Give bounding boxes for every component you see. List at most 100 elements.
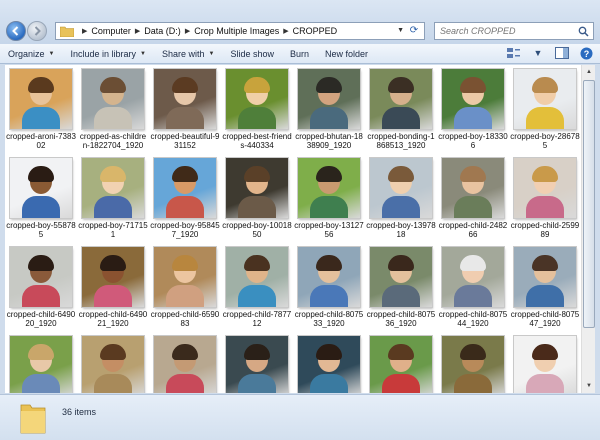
scroll-down-icon[interactable]: ▼ — [582, 379, 596, 393]
photo-thumbnail[interactable] — [82, 158, 144, 218]
file-item[interactable]: cropped-child-259989 — [509, 158, 581, 247]
photo-thumbnail[interactable] — [226, 158, 288, 218]
scrollbar-thumb[interactable] — [583, 80, 595, 328]
file-item[interactable] — [77, 336, 149, 393]
file-item[interactable]: cropped-best-friends-440334 — [221, 69, 293, 158]
breadcrumb-cropped[interactable]: CROPPED — [293, 26, 338, 36]
photo-thumbnail[interactable] — [82, 69, 144, 129]
photo-thumbnail[interactable] — [442, 69, 504, 129]
forward-button[interactable] — [27, 21, 47, 41]
breadcrumb-computer[interactable]: Computer — [91, 26, 131, 36]
breadcrumb[interactable]: ▶ Computer ▶ Data (D:) ▶ Crop Multiple I… — [55, 22, 425, 40]
photo-thumbnail[interactable] — [514, 336, 576, 393]
photo-thumbnail[interactable] — [226, 247, 288, 307]
vertical-scrollbar[interactable]: ▲ ▼ — [581, 65, 595, 393]
help-icon: ? — [580, 47, 592, 59]
photo-thumbnail[interactable] — [298, 247, 360, 307]
photo-thumbnail[interactable] — [10, 69, 72, 129]
file-item[interactable]: cropped-boy-286785 — [509, 69, 581, 158]
photo-thumbnail[interactable] — [370, 158, 432, 218]
share-with-button[interactable]: Share with ▼ — [154, 45, 222, 63]
search-icon[interactable] — [578, 26, 589, 37]
file-item[interactable]: cropped-child-807544_1920 — [437, 247, 509, 336]
photo-thumbnail[interactable] — [442, 158, 504, 218]
file-item[interactable]: cropped-boy-183306 — [437, 69, 509, 158]
photo-thumbnail[interactable] — [370, 336, 432, 393]
file-item[interactable]: cropped-boy-558785 — [5, 158, 77, 247]
file-item[interactable]: cropped-child-787712 — [221, 247, 293, 336]
new-folder-button[interactable]: New folder — [317, 45, 376, 63]
file-item[interactable]: cropped-boy-1001850 — [221, 158, 293, 247]
file-item[interactable] — [365, 336, 437, 393]
file-item[interactable]: cropped-child-248266 — [437, 158, 509, 247]
file-item[interactable] — [149, 336, 221, 393]
file-item[interactable]: cropped-bonding-1868513_1920 — [365, 69, 437, 158]
breadcrumb-separator-icon[interactable]: ▶ — [185, 27, 190, 35]
file-item[interactable]: cropped-boy-717151 — [77, 158, 149, 247]
refresh-icon[interactable]: ⟳ — [407, 25, 421, 38]
breadcrumb-separator-icon[interactable]: ▶ — [135, 27, 140, 35]
file-name: cropped-child-787712 — [222, 310, 292, 328]
photo-thumbnail[interactable] — [226, 69, 288, 129]
photo-thumbnail[interactable] — [370, 69, 432, 129]
preview-pane-button[interactable] — [554, 46, 570, 60]
file-item[interactable]: cropped-child-659083 — [149, 247, 221, 336]
photo-thumbnail[interactable] — [298, 336, 360, 393]
photo-thumbnail[interactable] — [82, 247, 144, 307]
photo-thumbnail[interactable] — [514, 69, 576, 129]
file-item[interactable]: cropped-child-807536_1920 — [365, 247, 437, 336]
file-item[interactable] — [5, 336, 77, 393]
include-in-library-button[interactable]: Include in library ▼ — [62, 45, 153, 63]
file-item[interactable]: cropped-child-807547_1920 — [509, 247, 581, 336]
file-item[interactable]: cropped-bhutan-1838909_1920 — [293, 69, 365, 158]
photo-thumbnail[interactable] — [154, 69, 216, 129]
photo-thumbnail[interactable] — [514, 158, 576, 218]
file-item[interactable]: cropped-child-649020_1920 — [5, 247, 77, 336]
photo-thumbnail[interactable] — [442, 336, 504, 393]
help-button[interactable]: ? — [578, 46, 594, 60]
photo-thumbnail[interactable] — [370, 247, 432, 307]
breadcrumb-separator-icon[interactable]: ▶ — [283, 27, 288, 35]
file-item[interactable]: cropped-boy-958457_1920 — [149, 158, 221, 247]
change-view-button[interactable] — [506, 46, 522, 60]
photo-thumbnail[interactable] — [298, 158, 360, 218]
slide-show-button[interactable]: Slide show — [222, 45, 282, 63]
photo-thumbnail[interactable] — [154, 336, 216, 393]
search-input[interactable] — [440, 26, 570, 36]
file-view[interactable]: cropped-aroni-738302 cropped-as-children-… — [5, 65, 581, 393]
file-item[interactable]: cropped-child-649021_1920 — [77, 247, 149, 336]
breadcrumb-separator-icon[interactable]: ▶ — [82, 27, 87, 35]
back-button[interactable] — [6, 21, 26, 41]
file-item[interactable]: cropped-as-children-1822704_1920 — [77, 69, 149, 158]
breadcrumb-data-drive[interactable]: Data (D:) — [144, 26, 181, 36]
organize-button[interactable]: Organize ▼ — [0, 45, 62, 63]
photo-thumbnail[interactable] — [82, 336, 144, 393]
photo-thumbnail[interactable] — [442, 247, 504, 307]
file-item[interactable]: cropped-beautiful-931152 — [149, 69, 221, 158]
file-item[interactable]: cropped-boy-1312756 — [293, 158, 365, 247]
file-item[interactable]: cropped-boy-1397818 — [365, 158, 437, 247]
file-item[interactable] — [509, 336, 581, 393]
photo-shape — [244, 77, 270, 93]
file-item[interactable] — [221, 336, 293, 393]
photo-thumbnail[interactable] — [514, 247, 576, 307]
scroll-up-icon[interactable]: ▲ — [582, 65, 596, 79]
photo-thumbnail[interactable] — [10, 158, 72, 218]
photo-thumbnail[interactable] — [154, 247, 216, 307]
photo-thumbnail[interactable] — [226, 336, 288, 393]
photo-thumbnail[interactable] — [10, 247, 72, 307]
photo-thumbnail[interactable] — [10, 336, 72, 393]
burn-button[interactable]: Burn — [282, 45, 317, 63]
address-bar-region: ▶ Computer ▶ Data (D:) ▶ Crop Multiple I… — [0, 0, 600, 44]
photo-thumbnail[interactable] — [154, 158, 216, 218]
file-item[interactable]: cropped-aroni-738302 — [5, 69, 77, 158]
file-name: cropped-best-friends-440334 — [222, 132, 292, 150]
file-item[interactable] — [437, 336, 509, 393]
file-item[interactable] — [293, 336, 365, 393]
address-dropdown-icon[interactable]: ▼ — [397, 27, 404, 34]
breadcrumb-crop-multiple-images[interactable]: Crop Multiple Images — [194, 26, 279, 36]
search-box[interactable] — [434, 22, 594, 40]
photo-thumbnail[interactable] — [298, 69, 360, 129]
view-dropdown-icon[interactable]: ▼ — [530, 46, 546, 60]
file-item[interactable]: cropped-child-807533_1920 — [293, 247, 365, 336]
